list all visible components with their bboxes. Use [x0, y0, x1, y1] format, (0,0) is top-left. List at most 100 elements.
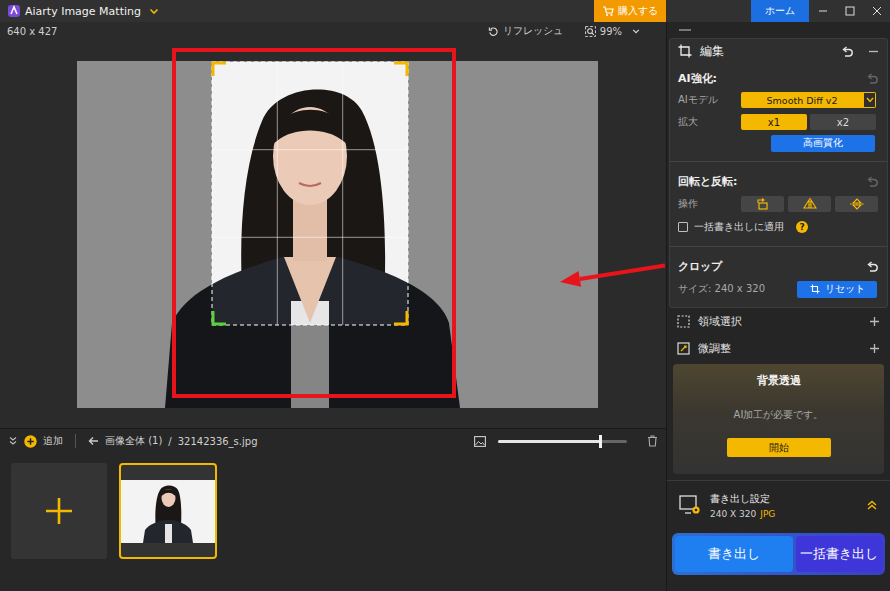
export-button[interactable]: 一括書き出し: [796, 536, 882, 572]
export-button[interactable]: 書き出し: [675, 536, 793, 572]
trash-icon[interactable]: [647, 435, 658, 447]
rotate-undo-icon[interactable]: [866, 176, 879, 187]
background-title: 背景透過: [757, 373, 801, 388]
image-dimensions: 640 x 427: [7, 26, 57, 37]
edit-collapse-icon[interactable]: [868, 46, 879, 57]
app-title: Aiarty Image Matting: [25, 5, 141, 18]
edit-header[interactable]: 編集: [670, 39, 887, 63]
export-size: 240 X 320: [710, 509, 756, 519]
tool-section-row[interactable]: 領域選択: [667, 308, 890, 335]
tool-sections: 領域選択微調整: [667, 308, 890, 362]
enhance-label: 高画質化: [803, 136, 843, 150]
add-image-tile[interactable]: [11, 463, 107, 559]
filmstrip: 追加 画像全体 (1) / 32142336_s.jpg: [0, 428, 666, 591]
region-select-icon: [677, 315, 690, 328]
buy-button[interactable]: 購入する: [594, 0, 666, 22]
maximize-button[interactable]: [836, 0, 863, 22]
crop-reset-button[interactable]: リセット: [797, 281, 877, 298]
rotate-section: 回転と反転: 操作 一括書き出しに適用: [670, 166, 887, 242]
dropdown-chevron-icon: [866, 97, 874, 103]
model-label: AIモデル: [678, 93, 741, 107]
zoom-chevron-icon: [632, 27, 640, 35]
divider: [670, 161, 887, 162]
thumbnail-size-icon: [474, 436, 486, 447]
enhance-button[interactable]: 高画質化: [771, 135, 875, 152]
add-icon[interactable]: [24, 435, 37, 448]
start-label: 開始: [769, 441, 789, 455]
scale-label: 拡大: [678, 115, 741, 129]
home-label: ホーム: [765, 4, 795, 18]
flip-horizontal-button[interactable]: [788, 196, 831, 212]
tool-section-row[interactable]: 微調整: [667, 335, 890, 362]
start-button[interactable]: 開始: [727, 438, 831, 457]
slider-knob[interactable]: [599, 435, 602, 448]
crop-section: クロップ サイズ: 240 x 320 リセット: [670, 251, 887, 307]
workspace: 640 x 427 リフレッシュ 99%: [0, 22, 666, 591]
breadcrumb-root[interactable]: 画像全体 (1): [105, 434, 162, 448]
app-logo-icon: [7, 4, 21, 18]
export-format: JPG: [760, 509, 775, 519]
thumbnail-list: [0, 453, 666, 569]
minimize-button[interactable]: [809, 0, 836, 22]
rotate-button[interactable]: [741, 196, 784, 212]
help-badge[interactable]: ?: [796, 221, 808, 233]
zoom-value: 99%: [600, 26, 622, 37]
model-dropdown[interactable]: Smooth Diff v2: [741, 92, 876, 108]
header-separator: [75, 434, 76, 448]
scale-button[interactable]: x1: [741, 114, 807, 130]
crop-heading: クロップ: [678, 259, 722, 274]
zoom-icon: [585, 26, 596, 37]
background-removal-card: 背景透過 AI加工が必要です。 開始: [673, 364, 884, 474]
thumbnail-size-slider[interactable]: [498, 440, 627, 443]
rotate-icon: [756, 198, 770, 210]
edit-undo-icon[interactable]: [841, 46, 854, 57]
section-toggle-icon[interactable]: [869, 316, 880, 327]
maximize-icon: [845, 6, 855, 16]
model-value: Smooth Diff v2: [741, 92, 863, 108]
close-button[interactable]: [863, 0, 890, 22]
image-canvas[interactable]: [0, 40, 666, 428]
batch-checkbox[interactable]: [678, 222, 688, 232]
scale-options: x1x2: [741, 114, 876, 130]
flip-vertical-button[interactable]: [835, 196, 878, 212]
refresh-icon: [488, 26, 499, 37]
plus-icon: [44, 496, 74, 526]
side-panel: 編集 AI強化: AIモデル Smooth Diff v2: [666, 22, 890, 591]
crop-undo-icon[interactable]: [866, 261, 879, 272]
background-message: AI加工が必要です。: [734, 408, 824, 422]
home-button[interactable]: ホーム: [751, 0, 809, 22]
collapse-icon[interactable]: [8, 436, 18, 446]
panel-handle-icon: [679, 28, 691, 32]
rotate-heading: 回転と反転:: [678, 174, 737, 189]
zoom-dropdown[interactable]: 99%: [585, 26, 640, 37]
crop-box[interactable]: [212, 62, 408, 325]
export-settings-icon: [679, 495, 701, 515]
add-label[interactable]: 追加: [43, 434, 63, 448]
flip-horizontal-icon: [803, 198, 817, 210]
batch-label[interactable]: 一括書き出しに適用: [694, 220, 784, 234]
scale-button[interactable]: x2: [810, 114, 876, 130]
breadcrumb-separator: /: [168, 436, 171, 447]
section-label: 微調整: [698, 341, 731, 356]
refresh-label: リフレッシュ: [503, 24, 563, 38]
breadcrumb-file: 32142336_s.jpg: [178, 436, 258, 447]
crop-icon: [678, 44, 692, 58]
ai-undo-icon[interactable]: [866, 73, 879, 84]
view-toolbar: 640 x 427 リフレッシュ 99%: [0, 22, 666, 40]
section-toggle-icon[interactable]: [869, 343, 880, 354]
operation-label: 操作: [678, 197, 741, 211]
minimize-icon: [818, 6, 828, 16]
slider-fill: [498, 440, 600, 443]
edit-card: 編集 AI強化: AIモデル Smooth Diff v2: [669, 38, 888, 308]
photo[interactable]: [77, 61, 598, 408]
export-settings[interactable]: 書き出し設定 240 X 320 JPG: [667, 480, 890, 529]
expand-up-icon[interactable]: [866, 499, 878, 511]
annotation-box: [172, 48, 456, 398]
refresh-button[interactable]: リフレッシュ: [488, 24, 563, 38]
image-thumbnail[interactable]: [119, 463, 217, 559]
back-arrow-icon[interactable]: [88, 436, 99, 446]
main-area: 640 x 427 リフレッシュ 99%: [0, 22, 890, 591]
cart-icon: [602, 5, 614, 17]
menu-chevron-icon[interactable]: [149, 6, 159, 16]
app-window: Aiarty Image Matting 購入する ホーム 640 x 427 …: [0, 0, 890, 591]
